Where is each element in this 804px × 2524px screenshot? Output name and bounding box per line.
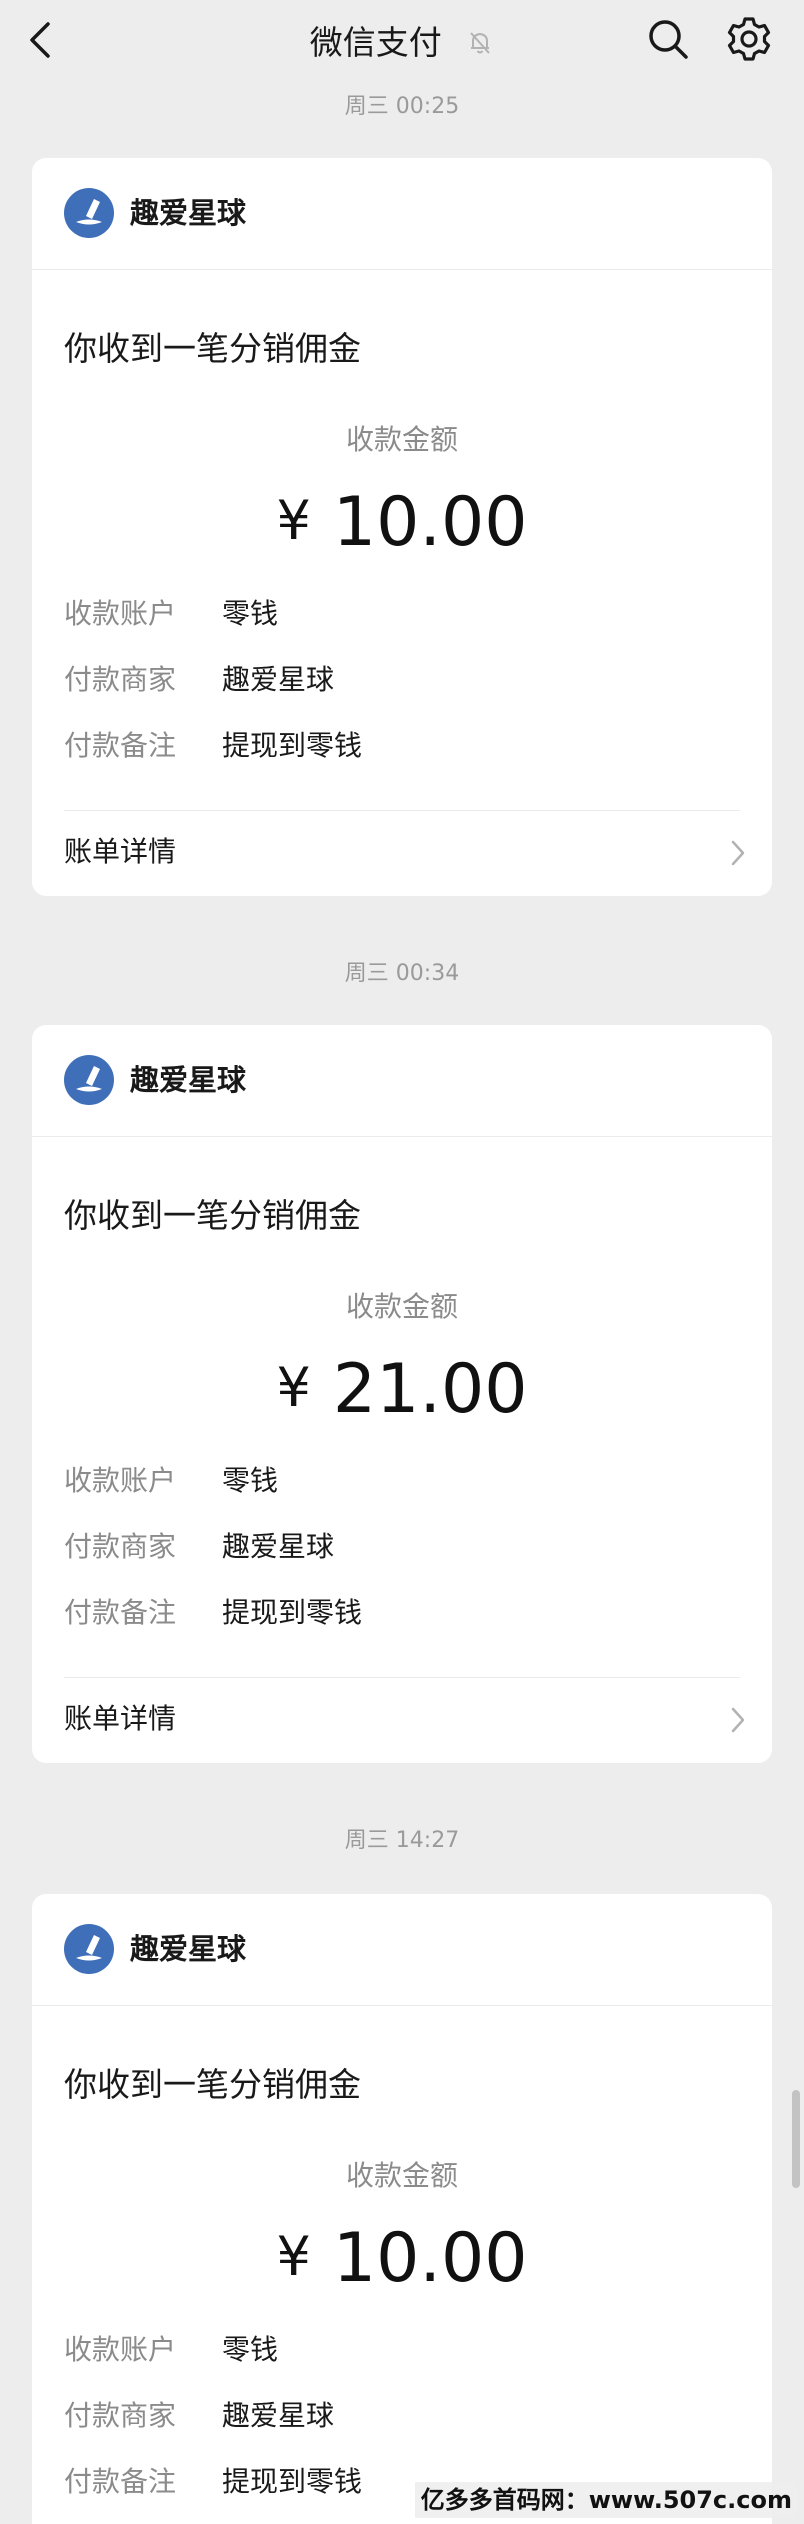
- message-title: 你收到一笔分销佣金: [64, 1196, 361, 1235]
- rocket-icon: [76, 1935, 102, 1961]
- bell-off-icon: [470, 31, 490, 54]
- field-key: 付款备注: [64, 1596, 177, 1629]
- card-header: 趣爱星球: [32, 1894, 772, 2006]
- payment-message-card[interactable]: 趣爱星球 你收到一笔分销佣金 收款金额 ¥10.00 收款账户 零钱 付款商家 …: [32, 158, 772, 896]
- payment-message-card[interactable]: 趣爱星球 你收到一笔分销佣金 收款金额 ¥10.00 收款账户 零钱 付款商家 …: [32, 1894, 772, 2524]
- amount-value: ¥10.00: [32, 2212, 772, 2304]
- field-value: 趣爱星球: [222, 663, 335, 696]
- amount-value: ¥10.00: [32, 476, 772, 568]
- field-key: 收款账户: [64, 597, 177, 630]
- field-key: 收款账户: [64, 2333, 177, 2366]
- bill-details-label: 账单详情: [64, 1702, 177, 1735]
- amount-label: 收款金额: [345, 1290, 458, 1323]
- search-button[interactable]: [645, 16, 691, 62]
- field-value: 提现到零钱: [222, 729, 363, 762]
- wechat-pay-chat-page: 微信支付 周三 00:25 趣爱星球 你收到一笔分销佣金 收款金额 ¥ 10.0…: [0, 0, 804, 2524]
- field-key: 收款账户: [64, 1464, 177, 1497]
- chevron-right-icon: [731, 840, 745, 866]
- scrollbar-thumb[interactable]: [792, 2090, 800, 2188]
- card-header: 趣爱星球: [32, 158, 772, 270]
- message-title: 你收到一笔分销佣金: [64, 329, 361, 368]
- merchant-name: 趣爱星球: [130, 1063, 247, 1097]
- merchant-name: 趣爱星球: [130, 1932, 247, 1966]
- card-header: 趣爱星球: [32, 1025, 772, 1137]
- rocket-icon: [76, 1066, 102, 1092]
- field-key: 付款备注: [64, 2465, 177, 2498]
- chevron-right-icon: [731, 1707, 745, 1733]
- message-title: 你收到一笔分销佣金: [64, 2065, 361, 2104]
- header-divider: [32, 269, 772, 270]
- amount-value: ¥21.00: [32, 1343, 772, 1435]
- site-watermark: 亿多多首码网：www.507c.com: [414, 2482, 798, 2518]
- message-timestamp: 周三 00:34: [344, 961, 460, 986]
- page-title: 微信支付: [309, 22, 442, 62]
- amount-label: 收款金额: [345, 2159, 458, 2192]
- merchant-logo: [64, 188, 114, 238]
- top-navigation-bar: 微信支付: [0, 0, 804, 82]
- amount-number: 10.00: [332, 483, 528, 562]
- merchant-logo: [64, 1924, 114, 1974]
- message-timestamp: 周三 00:25: [344, 94, 460, 119]
- field-value: 提现到零钱: [222, 1596, 363, 1629]
- currency-symbol: ¥: [276, 1356, 311, 1419]
- amount-number: 21.00: [332, 1350, 528, 1429]
- settings-button[interactable]: [724, 14, 774, 64]
- search-icon: [649, 20, 688, 59]
- header-divider: [32, 2005, 772, 2006]
- field-key: 付款商家: [64, 663, 177, 696]
- gear-icon: [727, 17, 771, 61]
- bill-details-link[interactable]: 账单详情: [32, 810, 772, 896]
- field-value: 提现到零钱: [222, 2465, 363, 2498]
- field-value: 零钱: [222, 1464, 279, 1497]
- currency-symbol: ¥: [276, 489, 311, 552]
- header-divider: [32, 1136, 772, 1137]
- payment-message-card[interactable]: 趣爱星球 你收到一笔分销佣金 收款金额 ¥21.00 收款账户 零钱 付款商家 …: [32, 1025, 772, 1763]
- bill-details-label: 账单详情: [64, 835, 177, 868]
- field-key: 付款商家: [64, 2399, 177, 2432]
- field-key: 付款商家: [64, 1530, 177, 1563]
- currency-symbol: ¥: [276, 2225, 311, 2288]
- field-value: 趣爱星球: [222, 2399, 335, 2432]
- field-value: 零钱: [222, 2333, 279, 2366]
- merchant-logo: [64, 1055, 114, 1105]
- field-key: 付款备注: [64, 729, 177, 762]
- bill-details-link[interactable]: 账单详情: [32, 1677, 772, 1763]
- message-timestamp: 周三 14:27: [344, 1828, 460, 1853]
- rocket-icon: [76, 199, 102, 225]
- field-value: 趣爱星球: [222, 1530, 335, 1563]
- amount-number: 10.00: [332, 2219, 528, 2298]
- field-value: 零钱: [222, 597, 279, 630]
- merchant-name: 趣爱星球: [130, 196, 247, 230]
- amount-label: 收款金额: [345, 423, 458, 456]
